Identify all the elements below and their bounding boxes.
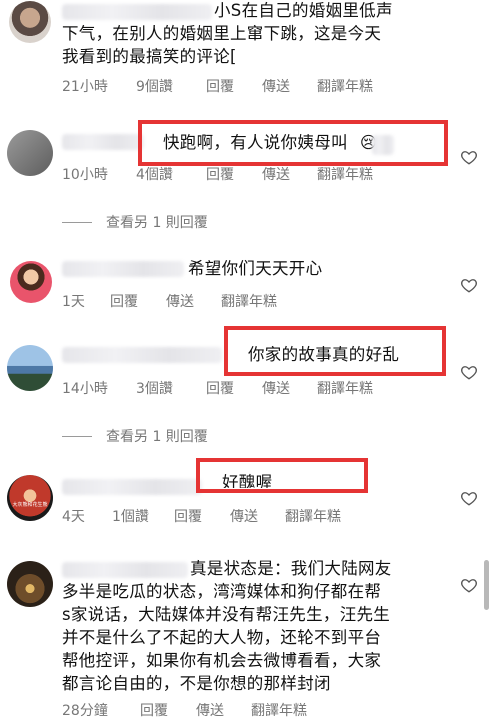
translate-button[interactable]: 翻譯年糕 [251,700,307,720]
likes-count[interactable]: 9個讚 [136,76,206,96]
translate-button[interactable]: 翻譯年糕 [317,378,373,398]
comment-meta: 4天 1個讚 回覆 傳送 翻譯年糕 [62,506,341,526]
divider [62,435,92,437]
username-blurred[interactable] [62,479,202,495]
reply-button[interactable]: 回覆 [206,76,262,96]
send-button[interactable]: 傳送 [166,291,221,311]
scrollbar[interactable] [484,560,489,610]
heart-icon[interactable] [460,363,478,381]
heart-icon[interactable] [460,489,478,507]
comment-meta: 1天 回覆 傳送 翻譯年糕 [62,291,277,311]
reply-button[interactable]: 回覆 [110,291,166,311]
send-button[interactable]: 傳送 [262,378,317,398]
timestamp: 4天 [62,509,85,525]
likes-count[interactable]: 4個讚 [136,164,206,184]
likes-count[interactable]: 3個讚 [136,378,206,398]
avatar[interactable] [7,130,53,176]
heart-icon[interactable] [460,148,478,166]
reply-button[interactable]: 回覆 [174,506,230,526]
comment-text: 下气，在别人的婚姻里上窜下跳，这是今天 [62,24,382,43]
reply-button[interactable]: 回覆 [206,378,262,398]
avatar[interactable] [9,1,51,43]
reply-button[interactable]: 回覆 [206,164,262,184]
send-button[interactable]: 傳送 [196,700,251,720]
comment-text: 希望你们天天开心 [188,259,323,278]
svg-text:大灰熊和花生熊: 大灰熊和花生熊 [12,501,47,508]
comment-text: 真是状态是：我们大陆网友 [190,559,392,578]
timestamp: 21小時 [62,79,108,95]
avatar[interactable] [7,345,53,391]
view-more-replies[interactable]: 查看另 1 則回覆 [62,426,208,446]
timestamp: 10小時 [62,167,108,183]
translate-button[interactable]: 翻譯年糕 [285,506,341,526]
comment-text: 都言论自由的，不是你想的那样封闭 [62,674,331,693]
comment-text: 并不是什么了不起的大人物，还轮不到平台 [62,628,382,647]
username-blurred[interactable] [62,4,212,20]
avatar[interactable] [10,261,52,303]
send-button[interactable]: 傳送 [230,506,285,526]
comment-text: 你家的故事真的好乱 [248,345,400,364]
send-button[interactable]: 傳送 [262,76,317,96]
translate-button[interactable]: 翻譯年糕 [317,76,373,96]
username-blurred[interactable] [62,347,222,363]
timestamp: 1天 [62,294,85,310]
username-blurred[interactable] [62,261,184,277]
translate-button[interactable]: 翻譯年糕 [221,291,277,311]
avatar[interactable] [7,561,53,607]
heart-icon[interactable] [460,276,478,294]
avatar[interactable]: 大灰熊和花生熊 [7,475,53,521]
comment-text: 好醜喔 [222,473,273,488]
timestamp: 14小時 [62,381,108,397]
avatar-caption-graphic: 大灰熊和花生熊 [12,501,47,508]
username-blurred[interactable] [62,134,144,150]
blur-patch [372,135,394,155]
reply-button[interactable]: 回覆 [140,700,196,720]
comment-meta: 10小時 4個讚 回覆 傳送 翻譯年糕 [62,164,373,184]
comment-text: 小S在自己的婚姻里低声 [214,1,393,20]
comment-text: 帮他控评，如果你有机会去微博看看，大家 [62,651,382,670]
comment-text: 我看到的最搞笑的评论[ [62,47,237,66]
comment-meta: 21小時 9個讚 回覆 傳送 翻譯年糕 [62,76,373,96]
send-button[interactable]: 傳送 [262,164,317,184]
username-blurred[interactable] [62,562,188,578]
comment-meta: 28分鐘 回覆 傳送 翻譯年糕 [62,700,307,720]
comment-text: s家说话，大陆媒体并没有帮汪先生，汪先生 [62,605,391,624]
comment-text: 多半是吃瓜的状态，湾湾媒体和狗仔都在帮 [62,582,382,601]
likes-count[interactable]: 1個讚 [112,506,174,526]
comment-text: 快跑啊，有人说你姨母叫 😢 [163,133,378,152]
divider [62,221,92,223]
heart-icon[interactable] [460,576,478,594]
comment-meta: 14小時 3個讚 回覆 傳送 翻譯年糕 [62,378,373,398]
view-more-label[interactable]: 查看另 1 則回覆 [106,426,208,446]
view-more-replies[interactable]: 查看另 1 則回覆 [62,212,208,232]
timestamp: 28分鐘 [62,703,108,719]
view-more-label[interactable]: 查看另 1 則回覆 [106,212,208,232]
translate-button[interactable]: 翻譯年糕 [317,164,373,184]
